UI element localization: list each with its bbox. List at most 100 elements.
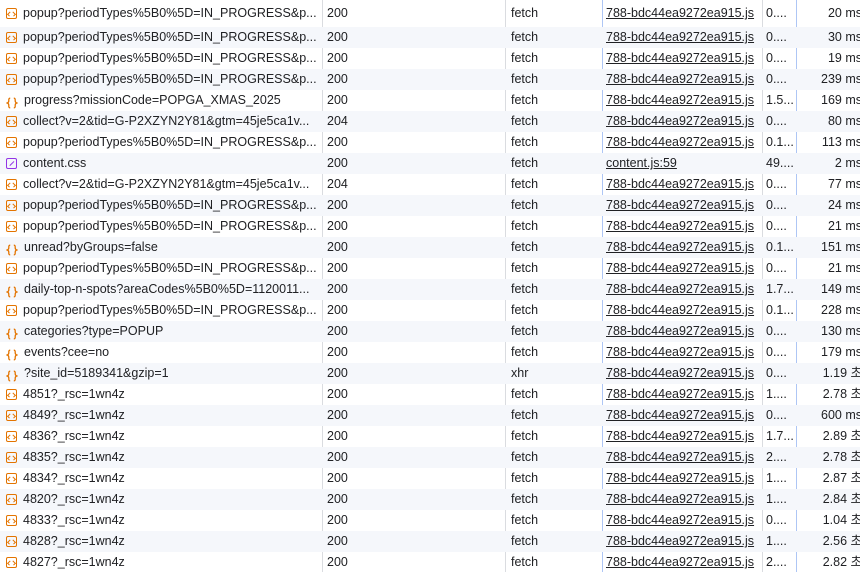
- size-cell: 0....: [766, 51, 787, 65]
- request-name-cell[interactable]: content.css: [6, 153, 322, 174]
- type-cell: fetch: [511, 492, 539, 506]
- request-name-cell[interactable]: 4849?_rsc=1wn4z: [6, 405, 322, 426]
- request-row[interactable]: popup?periodTypes%5B0%5D=IN_PROGRESS&p..…: [0, 258, 860, 279]
- request-row[interactable]: progress?missionCode=POPGA_XMAS_2025 200 f…: [0, 90, 860, 111]
- request-row[interactable]: 4849?_rsc=1wn4z 200 fetch 788-bdc44ea9272ea…: [0, 405, 860, 426]
- request-name-cell[interactable]: 4833?_rsc=1wn4z: [6, 510, 322, 531]
- request-name-cell[interactable]: popup?periodTypes%5B0%5D=IN_PROGRESS&p..…: [6, 69, 322, 90]
- request-row[interactable]: 4851?_rsc=1wn4z 200 fetch 788-bdc44ea9272ea…: [0, 384, 860, 405]
- request-name-cell[interactable]: daily-top-n-spots?areaCodes%5B0%5D=11200…: [6, 279, 322, 300]
- request-name-cell[interactable]: ?site_id=5189341&gzip=1: [6, 363, 322, 384]
- initiator-link[interactable]: 788-bdc44ea9272ea915.js: [606, 111, 760, 132]
- request-name-cell[interactable]: collect?v=2&tid=G-P2XZYN2Y81&gtm=45je5ca…: [6, 174, 322, 195]
- initiator-link[interactable]: 788-bdc44ea9272ea915.js: [606, 90, 760, 111]
- request-name: collect?v=2&tid=G-P2XZYN2Y81&gtm=45je5ca…: [6, 174, 322, 195]
- initiator-link[interactable]: 788-bdc44ea9272ea915.js: [606, 447, 760, 468]
- request-row[interactable]: popup?periodTypes%5B0%5D=IN_PROGRESS&p..…: [0, 216, 860, 237]
- request-name-cell[interactable]: progress?missionCode=POPGA_XMAS_2025: [6, 90, 322, 111]
- request-name: popup?periodTypes%5B0%5D=IN_PROGRESS&p..…: [6, 300, 322, 321]
- initiator-link[interactable]: 788-bdc44ea9272ea915.js: [606, 489, 760, 510]
- request-row[interactable]: popup?periodTypes%5B0%5D=IN_PROGRESS&p..…: [0, 0, 860, 27]
- request-name-cell[interactable]: 4827?_rsc=1wn4z: [6, 552, 322, 572]
- size-cell: 49....: [766, 156, 794, 170]
- time-cell: 30 ms: [827, 30, 860, 44]
- request-name-cell[interactable]: popup?periodTypes%5B0%5D=IN_PROGRESS&p..…: [6, 195, 322, 216]
- request-name: 4828?_rsc=1wn4z: [6, 531, 322, 552]
- request-name-text: popup?periodTypes%5B0%5D=IN_PROGRESS&p..…: [23, 219, 317, 233]
- type-cell: fetch: [511, 30, 539, 44]
- request-row[interactable]: popup?periodTypes%5B0%5D=IN_PROGRESS&p..…: [0, 195, 860, 216]
- initiator-link[interactable]: 788-bdc44ea9272ea915.js: [606, 48, 760, 69]
- request-name-cell[interactable]: popup?periodTypes%5B0%5D=IN_PROGRESS&p..…: [6, 48, 322, 69]
- request-row[interactable]: unread?byGroups=false 200 fetch 788-bdc44ea…: [0, 237, 860, 258]
- initiator-link[interactable]: 788-bdc44ea9272ea915.js: [606, 279, 760, 300]
- request-name-cell[interactable]: categories?type=POPUP: [6, 321, 322, 342]
- request-row[interactable]: popup?periodTypes%5B0%5D=IN_PROGRESS&p..…: [0, 132, 860, 153]
- request-row[interactable]: 4834?_rsc=1wn4z 200 fetch 788-bdc44ea9272ea…: [0, 468, 860, 489]
- request-row[interactable]: categories?type=POPUP 200 fetch 788-bdc44ea…: [0, 321, 860, 342]
- initiator-link[interactable]: 788-bdc44ea9272ea915.js: [606, 384, 760, 405]
- request-row[interactable]: events?cee=no 200 fetch 788-bdc44ea9272ea91…: [0, 342, 860, 363]
- request-name-cell[interactable]: 4834?_rsc=1wn4z: [6, 468, 322, 489]
- request-row[interactable]: popup?periodTypes%5B0%5D=IN_PROGRESS&p..…: [0, 300, 860, 321]
- initiator-link[interactable]: 788-bdc44ea9272ea915.js: [606, 468, 760, 489]
- request-name-cell[interactable]: 4835?_rsc=1wn4z: [6, 447, 322, 468]
- request-row[interactable]: collect?v=2&tid=G-P2XZYN2Y81&gtm=45je5ca…: [0, 174, 860, 195]
- request-name-cell[interactable]: popup?periodTypes%5B0%5D=IN_PROGRESS&p..…: [6, 258, 322, 279]
- request-name: 4827?_rsc=1wn4z: [6, 552, 322, 572]
- request-name-cell[interactable]: 4851?_rsc=1wn4z: [6, 384, 322, 405]
- fetch-icon: [6, 200, 17, 211]
- request-row[interactable]: popup?periodTypes%5B0%5D=IN_PROGRESS&p..…: [0, 27, 860, 48]
- request-name-cell[interactable]: collect?v=2&tid=G-P2XZYN2Y81&gtm=45je5ca…: [6, 111, 322, 132]
- initiator-link[interactable]: 788-bdc44ea9272ea915.js: [606, 510, 760, 531]
- fetch-icon: [6, 410, 17, 421]
- initiator-link[interactable]: 788-bdc44ea9272ea915.js: [606, 216, 760, 237]
- request-row[interactable]: collect?v=2&tid=G-P2XZYN2Y81&gtm=45je5ca…: [0, 111, 860, 132]
- request-rows: popup?periodTypes%5B0%5D=IN_PROGRESS&p..…: [0, 0, 860, 572]
- initiator-link[interactable]: content.js:59: [606, 153, 760, 174]
- request-name-cell[interactable]: popup?periodTypes%5B0%5D=IN_PROGRESS&p..…: [6, 0, 322, 27]
- request-row[interactable]: 4836?_rsc=1wn4z 200 fetch 788-bdc44ea9272ea…: [0, 426, 860, 447]
- initiator-link[interactable]: 788-bdc44ea9272ea915.js: [606, 363, 760, 384]
- request-name-cell[interactable]: popup?periodTypes%5B0%5D=IN_PROGRESS&p..…: [6, 300, 322, 321]
- size-cell: 0....: [766, 198, 787, 212]
- request-row[interactable]: content.css 200 fetch content.js:59 49.... 2 …: [0, 153, 860, 174]
- initiator-link[interactable]: 788-bdc44ea9272ea915.js: [606, 531, 760, 552]
- request-row[interactable]: 4828?_rsc=1wn4z 200 fetch 788-bdc44ea9272ea…: [0, 531, 860, 552]
- initiator-link[interactable]: 788-bdc44ea9272ea915.js: [606, 69, 760, 90]
- request-name-cell[interactable]: popup?periodTypes%5B0%5D=IN_PROGRESS&p..…: [6, 132, 322, 153]
- initiator-link[interactable]: 788-bdc44ea9272ea915.js: [606, 0, 760, 27]
- fetch-icon: [6, 179, 17, 190]
- initiator-link[interactable]: 788-bdc44ea9272ea915.js: [606, 132, 760, 153]
- initiator-link[interactable]: 788-bdc44ea9272ea915.js: [606, 237, 760, 258]
- request-name-cell[interactable]: popup?periodTypes%5B0%5D=IN_PROGRESS&p..…: [6, 27, 322, 48]
- type-cell: fetch: [511, 534, 539, 548]
- request-name-cell[interactable]: 4828?_rsc=1wn4z: [6, 531, 322, 552]
- request-row[interactable]: 4820?_rsc=1wn4z 200 fetch 788-bdc44ea9272ea…: [0, 489, 860, 510]
- initiator-link[interactable]: 788-bdc44ea9272ea915.js: [606, 174, 760, 195]
- request-row[interactable]: popup?periodTypes%5B0%5D=IN_PROGRESS&p..…: [0, 69, 860, 90]
- request-row[interactable]: popup?periodTypes%5B0%5D=IN_PROGRESS&p..…: [0, 48, 860, 69]
- initiator-link[interactable]: 788-bdc44ea9272ea915.js: [606, 342, 760, 363]
- request-name: popup?periodTypes%5B0%5D=IN_PROGRESS&p..…: [6, 132, 322, 153]
- initiator-link[interactable]: 788-bdc44ea9272ea915.js: [606, 321, 760, 342]
- request-name-cell[interactable]: unread?byGroups=false: [6, 237, 322, 258]
- initiator-link[interactable]: 788-bdc44ea9272ea915.js: [606, 426, 760, 447]
- initiator-link[interactable]: 788-bdc44ea9272ea915.js: [606, 552, 760, 572]
- request-row[interactable]: ?site_id=5189341&gzip=1 200 xhr 788-bdc44ea…: [0, 363, 860, 384]
- initiator-link[interactable]: 788-bdc44ea9272ea915.js: [606, 300, 760, 321]
- request-name-cell[interactable]: events?cee=no: [6, 342, 322, 363]
- request-name-cell[interactable]: 4820?_rsc=1wn4z: [6, 489, 322, 510]
- request-row[interactable]: 4835?_rsc=1wn4z 200 fetch 788-bdc44ea9272ea…: [0, 447, 860, 468]
- request-name-cell[interactable]: popup?periodTypes%5B0%5D=IN_PROGRESS&p..…: [6, 216, 322, 237]
- initiator-link[interactable]: 788-bdc44ea9272ea915.js: [606, 195, 760, 216]
- initiator-link[interactable]: 788-bdc44ea9272ea915.js: [606, 405, 760, 426]
- initiator-link[interactable]: 788-bdc44ea9272ea915.js: [606, 258, 760, 279]
- request-name-text: popup?periodTypes%5B0%5D=IN_PROGRESS&p..…: [23, 30, 317, 44]
- request-name-cell[interactable]: 4836?_rsc=1wn4z: [6, 426, 322, 447]
- request-row[interactable]: daily-top-n-spots?areaCodes%5B0%5D=11200…: [0, 279, 860, 300]
- request-row[interactable]: 4833?_rsc=1wn4z 200 fetch 788-bdc44ea9272ea…: [0, 510, 860, 531]
- initiator-link[interactable]: 788-bdc44ea9272ea915.js: [606, 27, 760, 48]
- request-name-text: ?site_id=5189341&gzip=1: [24, 366, 169, 380]
- request-row[interactable]: 4827?_rsc=1wn4z 200 fetch 788-bdc44ea9272ea…: [0, 552, 860, 572]
